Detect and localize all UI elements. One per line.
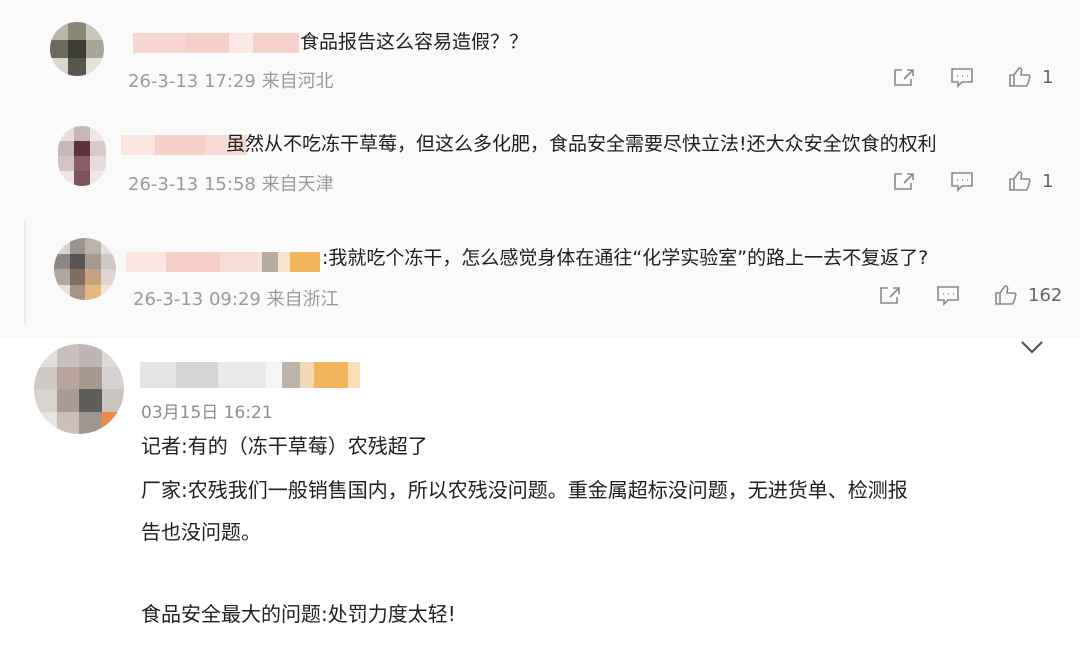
username-blurred[interactable] [140,362,360,388]
comment-button[interactable] [950,170,974,192]
comment-meta: 26-3-13 17:29 来自河北 [128,71,334,92]
like-button[interactable]: 1 [1008,66,1053,88]
like-button[interactable]: 162 [994,284,1062,306]
comment-actions: 1 [892,66,1053,88]
thumbs-up-icon [1009,171,1031,191]
post-text-line: 告也没问题。 [141,520,261,544]
post-text-line: 厂家:农残我们一般销售国内，所以农残没问题。重金属超标没问题，无进货单、检测报 [141,478,908,502]
like-count: 162 [1028,284,1063,306]
username-blurred[interactable] [126,252,320,272]
post-timestamp: 03月15日 16:21 [141,403,273,423]
username-blurred[interactable] [133,33,299,53]
share-icon [894,173,914,190]
thumbs-up-icon [1009,67,1031,87]
comment-text: :我就吃个冻干，怎么感觉身体在通往“化学实验室”的路上一去不复返了? [322,247,929,269]
like-button[interactable]: 1 [1008,170,1053,192]
chevron-down-icon [1021,341,1043,354]
like-count: 1 [1042,66,1054,88]
comment-button[interactable] [950,66,974,88]
share-button[interactable] [878,284,902,306]
reply-indent-line [24,221,26,325]
comment-actions: 1 [892,170,1053,192]
avatar[interactable] [58,126,106,186]
share-icon [894,69,914,86]
share-button[interactable] [892,66,916,88]
avatar[interactable] [34,344,124,434]
thumbs-up-icon [995,285,1017,305]
expand-button[interactable] [1018,337,1046,357]
like-count: 1 [1042,170,1054,192]
comment-button[interactable] [936,284,960,306]
comment-meta: 26-3-13 15:58 来自天津 [128,174,334,195]
share-icon [880,287,900,304]
post-text-line: 记者:有的（冻干草莓）农残超了 [141,434,428,458]
comment-meta: 26-3-13 09:29 来自浙江 [133,289,339,310]
comment-text: 食品报告这么容易造假？？ [300,31,529,53]
comment-icon [937,286,959,306]
share-button[interactable] [892,170,916,192]
avatar[interactable] [54,238,116,300]
comment-icon [951,172,973,192]
comment-icon [951,68,973,88]
avatar[interactable] [50,22,104,76]
comment-text: 虽然从不吃冻干草莓，但这么多化肥，食品安全需要尽快立法!还大众安全饮食的权利 [226,133,937,155]
comment-actions: 162 [878,284,1062,306]
post-text-line: 食品安全最大的问题:处罚力度太轻! [141,602,456,626]
